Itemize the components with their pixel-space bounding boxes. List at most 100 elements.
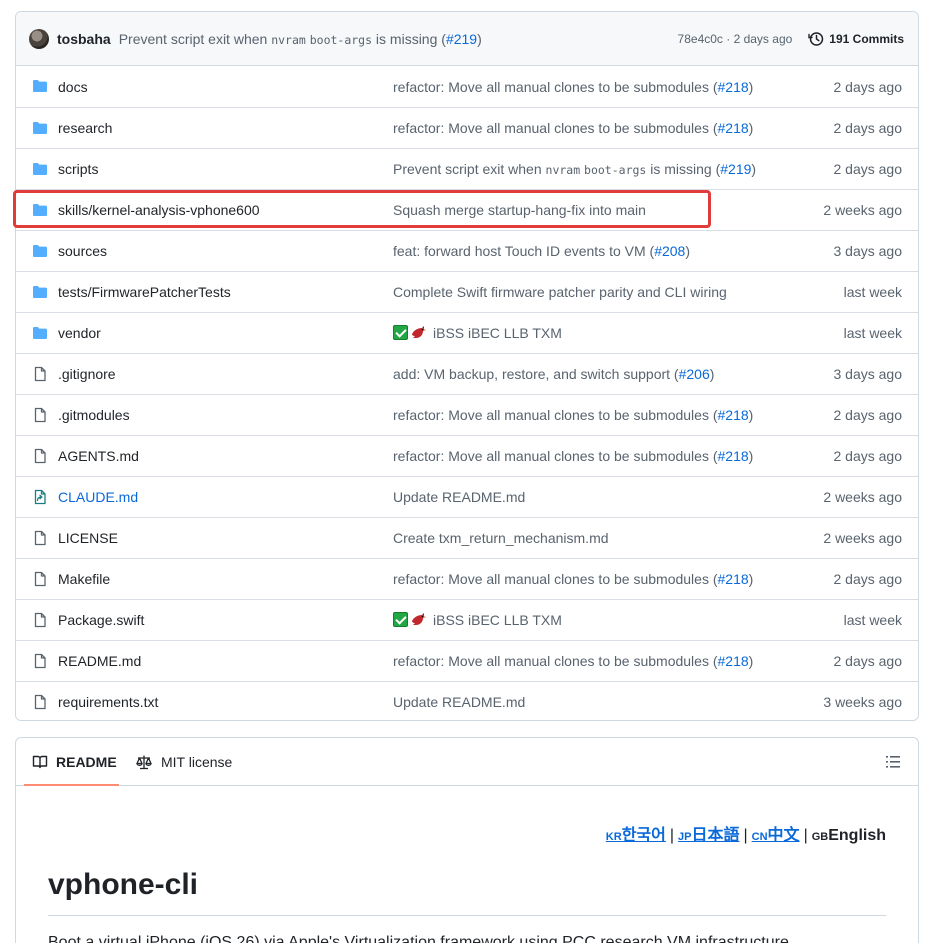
pr-link[interactable]: #219 xyxy=(720,161,751,177)
file-row[interactable]: research refactor: Move all manual clones… xyxy=(16,107,918,148)
commit-age[interactable]: 2 weeks ago xyxy=(823,202,902,218)
lang-current-gb: GBEnglish xyxy=(811,827,886,844)
commit-sha[interactable]: 78e4c0c · 2 days ago xyxy=(678,32,793,46)
file-row[interactable]: .gitmodules refactor: Move all manual clo… xyxy=(16,394,918,435)
commits-link[interactable]: 191 Commits xyxy=(808,31,904,47)
file-name-link[interactable]: requirements.txt xyxy=(58,694,158,710)
commit-message-link[interactable]: Prevent script exit when nvram boot-args… xyxy=(393,161,756,177)
commit-message-link[interactable]: Create txm_return_mechanism.md xyxy=(393,530,609,546)
commit-age[interactable]: 3 weeks ago xyxy=(823,694,902,710)
outline-list-icon[interactable] xyxy=(885,754,901,770)
commit-message-link[interactable]: Complete Swift firmware patcher parity a… xyxy=(393,284,727,300)
commit-message-link[interactable]: Update README.md xyxy=(393,489,525,505)
commit-age[interactable]: 2 days ago xyxy=(834,448,903,464)
active-tab-underline xyxy=(24,784,119,786)
commit-age[interactable]: 2 days ago xyxy=(834,79,903,95)
file-row[interactable]: skills/kernel-analysis-vphone600 Squash m… xyxy=(16,189,918,230)
file-row[interactable]: Makefile refactor: Move all manual clones… xyxy=(16,558,918,599)
commit-age[interactable]: last week xyxy=(844,284,902,300)
file-row[interactable]: Package.swift iBSS iBEC LLB TXM last week xyxy=(16,599,918,640)
commit-message-link[interactable]: Update README.md xyxy=(393,694,525,710)
pr-link[interactable]: #218 xyxy=(718,448,749,464)
file-name-link[interactable]: AGENTS.md xyxy=(58,448,139,464)
commit-age[interactable]: 2 days ago xyxy=(834,653,903,669)
lang-link-kr[interactable]: KR한국어 xyxy=(606,827,666,844)
commit-author[interactable]: tosbaha xyxy=(57,31,111,47)
file-row[interactable]: README.md refactor: Move all manual clone… xyxy=(16,640,918,681)
file-row[interactable]: scripts Prevent script exit when nvram bo… xyxy=(16,148,918,189)
file-icon xyxy=(32,694,48,710)
commit-age[interactable]: 2 days ago xyxy=(834,161,903,177)
pr-link[interactable]: #218 xyxy=(718,571,749,587)
file-row[interactable]: requirements.txt Update README.md 3 weeks … xyxy=(16,681,918,720)
file-icon xyxy=(32,612,48,628)
file-row[interactable]: docs refactor: Move all manual clones to … xyxy=(16,66,918,107)
commit-age[interactable]: 2 weeks ago xyxy=(823,530,902,546)
file-row[interactable]: sources feat: forward host Touch ID event… xyxy=(16,230,918,271)
file-icon xyxy=(32,366,48,382)
pr-link[interactable]: #218 xyxy=(718,79,749,95)
file-row[interactable]: vendor iBSS iBEC LLB TXM last week xyxy=(16,312,918,353)
commit-message-link[interactable]: refactor: Move all manual clones to be s… xyxy=(393,653,753,669)
commit-message-link[interactable]: iBSS iBEC LLB TXM xyxy=(393,612,562,628)
tab-readme[interactable]: README xyxy=(32,738,117,786)
commit-message[interactable]: Prevent script exit when nvram boot-args… xyxy=(119,31,482,47)
file-row[interactable]: .gitignore add: VM backup, restore, and s… xyxy=(16,353,918,394)
file-name-link[interactable]: LICENSE xyxy=(58,530,118,546)
readme-panel: README MIT license KR한국어 | JP日本語 | CN中文 | GBEn… xyxy=(15,737,919,943)
file-name-link[interactable]: docs xyxy=(58,79,88,95)
file-name-link[interactable]: README.md xyxy=(58,653,141,669)
lang-link-jp[interactable]: JP日本語 xyxy=(678,827,739,844)
file-name-link[interactable]: Package.swift xyxy=(58,612,144,628)
file-name-link[interactable]: scripts xyxy=(58,161,98,177)
commit-message-link[interactable]: refactor: Move all manual clones to be s… xyxy=(393,79,753,95)
book-icon xyxy=(32,755,48,769)
pr-link[interactable]: #208 xyxy=(654,243,685,259)
file-name-link[interactable]: skills/kernel-analysis-vphone600 xyxy=(58,202,260,218)
check-mark-icon xyxy=(393,325,408,340)
symlink-file-icon xyxy=(32,489,48,505)
file-row[interactable]: CLAUDE.md Update README.md 2 weeks ago xyxy=(16,476,918,517)
commit-message-link[interactable]: refactor: Move all manual clones to be s… xyxy=(393,448,753,464)
commit-message-link[interactable]: feat: forward host Touch ID events to VM… xyxy=(393,243,690,259)
commit-age[interactable]: 2 days ago xyxy=(834,407,903,423)
file-name-link[interactable]: tests/FirmwarePatcherTests xyxy=(58,284,231,300)
commit-age[interactable]: 3 days ago xyxy=(834,366,903,382)
commit-age[interactable]: last week xyxy=(844,612,902,628)
file-name-link[interactable]: .gitignore xyxy=(58,366,116,382)
check-mark-icon xyxy=(393,612,408,627)
file-name-link[interactable]: sources xyxy=(58,243,107,259)
file-list: docs refactor: Move all manual clones to … xyxy=(16,66,918,720)
commit-age[interactable]: 2 weeks ago xyxy=(823,489,902,505)
lang-link-cn[interactable]: CN中文 xyxy=(752,827,800,844)
file-name-link[interactable]: research xyxy=(58,120,112,136)
commit-message-link[interactable]: refactor: Move all manual clones to be s… xyxy=(393,120,753,136)
commit-pr-link[interactable]: #219 xyxy=(446,31,477,47)
language-links: KR한국어 | JP日本語 | CN中文 | GBEnglish xyxy=(605,827,886,844)
commit-message-link[interactable]: Squash merge startup-hang-fix into main xyxy=(393,202,646,218)
file-name-link[interactable]: .gitmodules xyxy=(58,407,130,423)
readme-title: vphone-cli xyxy=(48,868,199,901)
pr-link[interactable]: #218 xyxy=(718,407,749,423)
commit-age[interactable]: last week xyxy=(844,325,902,341)
file-row[interactable]: tests/FirmwarePatcherTests Complete Swift… xyxy=(16,271,918,312)
pr-link[interactable]: #218 xyxy=(718,653,749,669)
file-name-link[interactable]: CLAUDE.md xyxy=(58,489,138,505)
avatar[interactable] xyxy=(29,28,49,49)
commit-age[interactable]: 2 days ago xyxy=(834,571,903,587)
folder-icon xyxy=(32,202,48,218)
red-bird-icon xyxy=(410,325,427,340)
tab-license[interactable]: MIT license xyxy=(135,738,232,786)
commit-age[interactable]: 2 days ago xyxy=(834,120,903,136)
file-row[interactable]: LICENSE Create txm_return_mechanism.md 2 w… xyxy=(16,517,918,558)
commit-message-link[interactable]: add: VM backup, restore, and switch supp… xyxy=(393,366,714,382)
commit-message-link[interactable]: refactor: Move all manual clones to be s… xyxy=(393,407,753,423)
file-name-link[interactable]: vendor xyxy=(58,325,101,341)
pr-link[interactable]: #218 xyxy=(718,120,749,136)
file-row[interactable]: AGENTS.md refactor: Move all manual clone… xyxy=(16,435,918,476)
commit-age[interactable]: 3 days ago xyxy=(834,243,903,259)
file-name-link[interactable]: Makefile xyxy=(58,571,110,587)
commit-message-link[interactable]: refactor: Move all manual clones to be s… xyxy=(393,571,753,587)
pr-link[interactable]: #206 xyxy=(679,366,710,382)
commit-message-link[interactable]: iBSS iBEC LLB TXM xyxy=(393,325,562,341)
